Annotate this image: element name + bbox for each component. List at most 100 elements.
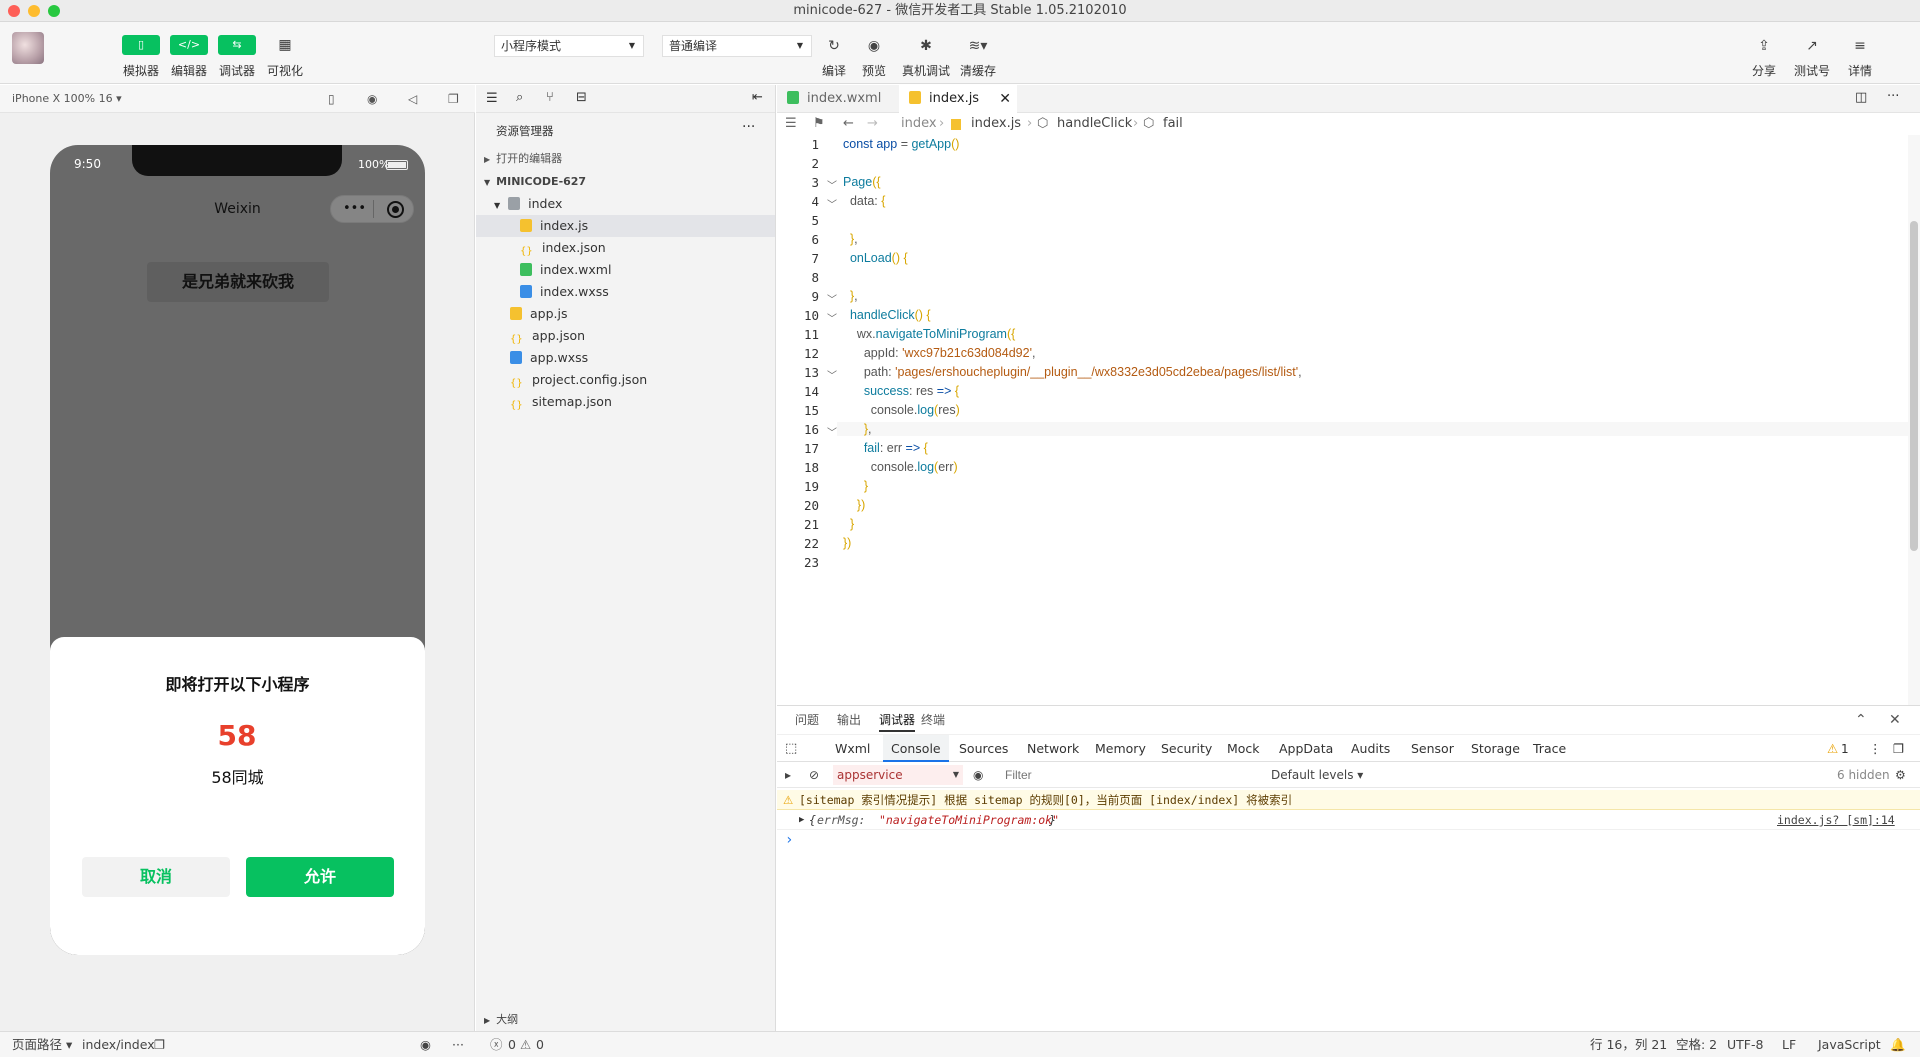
more-actions-icon[interactable]: ··· [452, 1032, 464, 1058]
devtools-tab[interactable]: Memory [1087, 735, 1154, 763]
fold-chevron-icon[interactable]: ﹀ [827, 196, 837, 211]
close-panel-icon[interactable]: ✕ [1889, 706, 1901, 734]
simulator-toggle-button[interactable]: ▯ [122, 35, 160, 55]
settings-dots-icon[interactable]: ⋮ [1869, 735, 1882, 763]
devtools-tab[interactable]: Wxml [827, 735, 878, 763]
split-editor-icon[interactable]: ◫ [1855, 90, 1867, 105]
notification-bell-icon[interactable]: 🔔 [1890, 1032, 1906, 1058]
folder-item[interactable]: ▼ index [476, 193, 775, 215]
panel-tab[interactable]: 终端 [921, 706, 945, 734]
log-levels-select[interactable]: Default levels ▾ [1271, 762, 1363, 788]
maximize-window-icon[interactable] [48, 5, 60, 17]
fold-chevron-icon[interactable]: ﹀ [827, 291, 837, 306]
detach-window-icon[interactable]: ❐ [448, 85, 459, 113]
fold-chevron-icon[interactable]: ﹀ [827, 177, 837, 192]
devtools-tab[interactable]: Mock [1219, 735, 1268, 763]
fold-chevron-icon[interactable]: ﹀ [827, 310, 837, 325]
panel-tab[interactable]: 问题 [795, 706, 819, 734]
outline-section[interactable]: ▶ 大纲 [476, 1009, 775, 1031]
search-icon[interactable]: ⌕ [516, 90, 523, 105]
line-ending[interactable]: LF [1782, 1032, 1796, 1058]
indent-spaces[interactable]: 空格: 2 [1676, 1032, 1717, 1058]
page-button[interactable]: 是兄弟就来砍我 [147, 262, 329, 302]
bug-icon[interactable]: ✱ [914, 35, 938, 57]
devtools-tab[interactable]: Network [1019, 735, 1087, 763]
close-tab-icon[interactable]: ✕ [999, 85, 1011, 113]
page-path-select[interactable]: 页面路径 ▾ [12, 1032, 72, 1058]
record-icon[interactable]: ◉ [367, 85, 377, 113]
scrollbar-thumb[interactable] [1910, 221, 1918, 551]
panel-tab[interactable]: 调试器 [879, 706, 916, 732]
file-item[interactable]: {} app.json [476, 325, 775, 347]
refresh-icon[interactable]: ↻ [822, 35, 846, 57]
minimize-window-icon[interactable] [28, 5, 40, 17]
file-item[interactable]: {} index.json [476, 237, 775, 259]
file-item[interactable]: index.wxml [476, 259, 775, 281]
panel-tab[interactable]: 输出 [837, 706, 861, 734]
tab-index-wxml[interactable]: index.wxml [777, 85, 897, 113]
breadcrumb-item[interactable]: handleClick [1057, 113, 1132, 135]
extension-icon[interactable]: ⊟ [576, 90, 587, 105]
console-log-row[interactable]: ▶ { errMsg: "navigateToMiniProgram:ok" }… [777, 810, 1920, 830]
language-mode[interactable]: JavaScript [1818, 1032, 1881, 1058]
breadcrumb-item[interactable]: index [901, 113, 937, 135]
collapse-panel-icon[interactable]: ⇤ [752, 90, 763, 105]
file-item[interactable]: {} project.config.json [476, 369, 775, 391]
menu-icon[interactable]: ≡ [1848, 35, 1872, 57]
breadcrumb-item[interactable]: index.js [971, 113, 1021, 135]
eye-icon[interactable]: ◉ [973, 762, 983, 788]
layers-icon[interactable]: ≋▾ [966, 35, 990, 57]
sidebar-toggle-icon[interactable]: ▸ [785, 762, 791, 788]
copy-icon[interactable]: ❐ [154, 1032, 165, 1058]
capsule-menu[interactable]: ••• [330, 195, 414, 223]
close-mini-program-icon[interactable] [387, 201, 404, 218]
list-icon[interactable]: ☰ [486, 91, 498, 106]
more-actions-icon[interactable]: ··· [1887, 89, 1899, 104]
external-icon[interactable]: ↗ [1800, 35, 1824, 57]
devtools-tab[interactable]: Sensor [1403, 735, 1462, 763]
devtools-tab[interactable]: Trace [1525, 735, 1574, 763]
open-editors-section[interactable]: ▶ 打开的编辑器 [476, 148, 775, 170]
devtools-tab[interactable]: Audits [1343, 735, 1398, 763]
devtools-tab[interactable]: Storage [1463, 735, 1528, 763]
cursor-position[interactable]: 行 16，列 21 [1590, 1032, 1667, 1058]
forward-arrow-icon[interactable]: → [867, 113, 878, 135]
devtools-tab[interactable]: Security [1153, 735, 1220, 763]
editor-scrollbar[interactable] [1908, 135, 1920, 705]
compile-select[interactable]: 普通编译 ▼ [662, 35, 812, 57]
volume-icon[interactable]: ◁ [408, 85, 417, 113]
fold-chevron-icon[interactable]: ﹀ [827, 367, 837, 382]
chevron-up-icon[interactable]: ⌃ [1855, 706, 1867, 734]
console-filter-input[interactable] [1001, 765, 1241, 785]
dock-icon[interactable]: ❐ [1893, 735, 1904, 763]
git-branch-icon[interactable]: ⑂ [546, 90, 554, 105]
editor-toggle-button[interactable]: </> [170, 35, 208, 55]
avatar[interactable] [12, 32, 44, 64]
close-window-icon[interactable] [8, 5, 20, 17]
context-select[interactable]: appservice ▼ [833, 765, 963, 785]
console-prompt[interactable]: › [777, 830, 1920, 850]
clear-console-icon[interactable]: ⊘ [809, 762, 819, 788]
upload-icon[interactable]: ⇪ [1752, 35, 1776, 57]
mode-select[interactable]: 小程序模式 ▼ [494, 35, 644, 57]
device-select[interactable]: iPhone X 100% 16 ▾ [12, 85, 122, 113]
more-actions-icon[interactable]: ··· [742, 119, 755, 135]
debugger-toggle-button[interactable]: ⇆ [218, 35, 256, 55]
file-encoding[interactable]: UTF-8 [1727, 1032, 1763, 1058]
devtools-tab[interactable]: AppData [1271, 735, 1341, 763]
breadcrumb-item[interactable]: fail [1163, 113, 1183, 135]
back-arrow-icon[interactable]: ← [843, 113, 854, 135]
file-item[interactable]: app.js [476, 303, 775, 325]
inspect-element-icon[interactable]: ⬚ [785, 735, 797, 763]
project-section[interactable]: ▼ MINICODE-627 [476, 171, 775, 193]
log-source-link[interactable]: index.js? [sm]:14 [1777, 810, 1895, 830]
fold-chevron-icon[interactable]: ﹀ [827, 424, 837, 439]
tab-index-js[interactable]: index.js ✕ [899, 85, 1017, 113]
bookmark-icon[interactable]: ⚑ [813, 113, 825, 135]
allow-button[interactable]: 允许 [246, 857, 394, 897]
warning-count[interactable]: 0 [536, 1032, 544, 1058]
file-item[interactable]: index.wxss [476, 281, 775, 303]
cancel-button[interactable]: 取消 [82, 857, 230, 897]
devtools-tab[interactable]: Sources [951, 735, 1016, 763]
phone-outline-icon[interactable]: ▯ [328, 85, 335, 113]
